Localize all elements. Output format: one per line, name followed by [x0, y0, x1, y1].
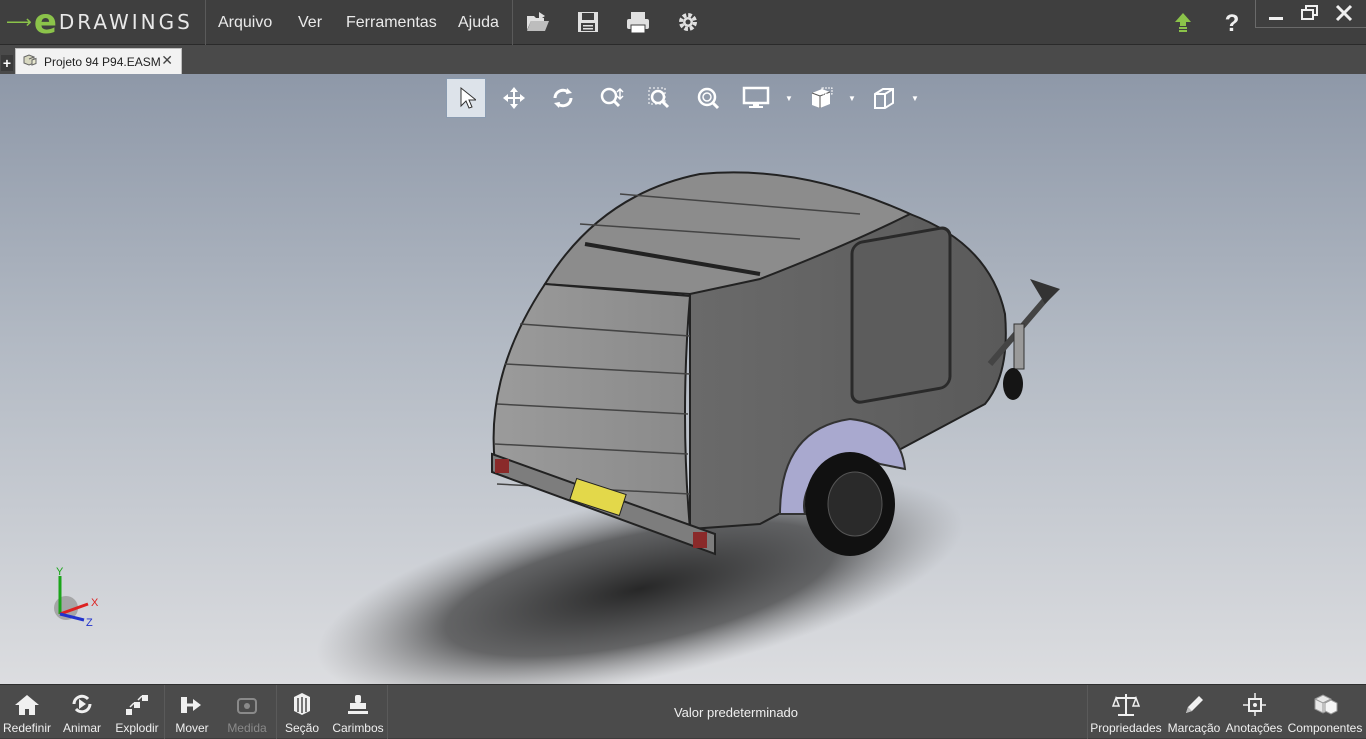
scale-icon	[1112, 694, 1140, 716]
divider	[1087, 685, 1088, 739]
minimize-icon[interactable]	[1266, 6, 1286, 22]
explode-button[interactable]: Explodir	[113, 685, 161, 739]
tab-close-icon[interactable]: ✕	[161, 52, 173, 69]
document-tab[interactable]: Projeto 94 P94.EASM ✕	[15, 48, 182, 74]
logo-arrow-icon: ⟶	[6, 11, 32, 32]
triad-x-label: X	[91, 597, 99, 609]
section-button[interactable]: Seção	[278, 685, 326, 739]
divider	[205, 0, 206, 45]
view-orientation-dropdown-icon[interactable]: ▼	[848, 94, 856, 103]
stamp-icon	[348, 695, 368, 714]
zoom-icon[interactable]	[591, 78, 631, 118]
stamps-label: Carimbos	[332, 721, 384, 735]
reset-button[interactable]: Redefinir	[3, 685, 51, 739]
pencil-icon	[1186, 696, 1203, 713]
measure-label: Medida	[227, 721, 267, 735]
settings-icon[interactable]	[674, 8, 702, 36]
menu-ferramentas[interactable]: Ferramentas	[346, 0, 437, 45]
rotate-icon[interactable]	[543, 78, 583, 118]
annotations-button[interactable]: Anotações	[1225, 685, 1283, 739]
app-logo: ⟶ e DRAWINGS	[6, 5, 204, 39]
divider	[276, 685, 277, 739]
markup-button[interactable]: Marcação	[1166, 685, 1222, 739]
home-icon	[15, 695, 39, 715]
trailer-model[interactable]	[0, 74, 1366, 684]
markup-label: Marcação	[1167, 721, 1221, 735]
zoom-to-fit-icon[interactable]	[688, 78, 728, 118]
new-tab-button[interactable]: +	[1, 55, 13, 71]
status-text: Valor predeterminado	[673, 705, 799, 720]
standard-views-dropdown-icon[interactable]: ▼	[911, 94, 919, 103]
jockey-post	[1013, 323, 1025, 370]
select-icon[interactable]	[446, 78, 486, 118]
display-style-dropdown-icon[interactable]: ▼	[785, 94, 793, 103]
animate-label: Animar	[62, 721, 101, 735]
zoom-to-area-icon[interactable]	[639, 78, 679, 118]
print-icon[interactable]	[624, 8, 652, 36]
move-icon	[181, 697, 201, 713]
section-icon	[294, 693, 310, 715]
move-label: Mover	[175, 721, 209, 735]
save-icon[interactable]	[574, 8, 602, 36]
document-tab-strip	[0, 45, 1366, 74]
divider	[512, 0, 513, 45]
open-icon[interactable]	[524, 8, 552, 36]
properties-button[interactable]: Propriedades	[1090, 685, 1162, 739]
restore-icon[interactable]	[1300, 4, 1320, 22]
window-controls	[1255, 0, 1366, 28]
3d-viewport[interactable]: ▼ ▼ ▼ Y X Z	[0, 74, 1366, 684]
upload-icon[interactable]	[1169, 8, 1197, 36]
assembly-icon	[22, 53, 38, 70]
explode-icon	[126, 695, 148, 715]
logo-mark: e	[33, 2, 57, 42]
wheel-rim	[827, 471, 883, 537]
hitch-coupler	[1030, 279, 1060, 304]
components-label: Componentes	[1287, 721, 1363, 735]
annotation-icon	[1243, 693, 1266, 716]
pan-icon[interactable]	[494, 78, 534, 118]
stamps-button[interactable]: Carimbos	[331, 685, 385, 739]
measure-button[interactable]: Medida	[223, 685, 271, 739]
move-button[interactable]: Mover	[168, 685, 216, 739]
tail-light-left	[495, 459, 509, 473]
tail-light-right	[693, 532, 707, 548]
components-button[interactable]: Componentes	[1287, 685, 1363, 739]
top-menu-bar: ⟶ e DRAWINGS Arquivo Ver Ferramentas Aju…	[0, 0, 1366, 45]
divider	[387, 685, 388, 739]
components-icon	[1314, 694, 1338, 715]
menu-arquivo[interactable]: Arquivo	[218, 0, 272, 45]
animate-icon	[72, 694, 92, 714]
divider	[164, 685, 165, 739]
view-orientation-icon[interactable]	[801, 78, 841, 118]
menu-ajuda[interactable]: Ajuda	[458, 0, 499, 45]
annotations-label: Anotações	[1225, 721, 1283, 735]
close-icon[interactable]	[1334, 3, 1354, 23]
explode-label: Explodir	[115, 721, 159, 735]
logo-text: DRAWINGS	[58, 10, 193, 34]
help-icon[interactable]: ?	[1218, 8, 1246, 36]
display-style-icon[interactable]	[736, 78, 776, 118]
triad-z-label: Z	[86, 617, 93, 629]
bottom-toolbar: Redefinir Animar Explodir Mover Medida S…	[0, 684, 1366, 739]
reset-label: Redefinir	[2, 721, 52, 735]
section-label: Seção	[284, 721, 320, 735]
menu-ver[interactable]: Ver	[298, 0, 322, 45]
document-tab-title: Projeto 94 P94.EASM	[44, 54, 161, 69]
orientation-triad: Y X Z	[54, 566, 99, 629]
jockey-wheel	[1003, 368, 1023, 400]
trailer-window	[850, 226, 952, 404]
measure-icon	[237, 698, 257, 714]
properties-label: Propriedades	[1090, 721, 1162, 735]
svg-text:?: ?	[1225, 10, 1240, 34]
triad-y-label: Y	[56, 566, 64, 578]
standard-views-icon[interactable]	[864, 78, 904, 118]
animate-button[interactable]: Animar	[58, 685, 106, 739]
